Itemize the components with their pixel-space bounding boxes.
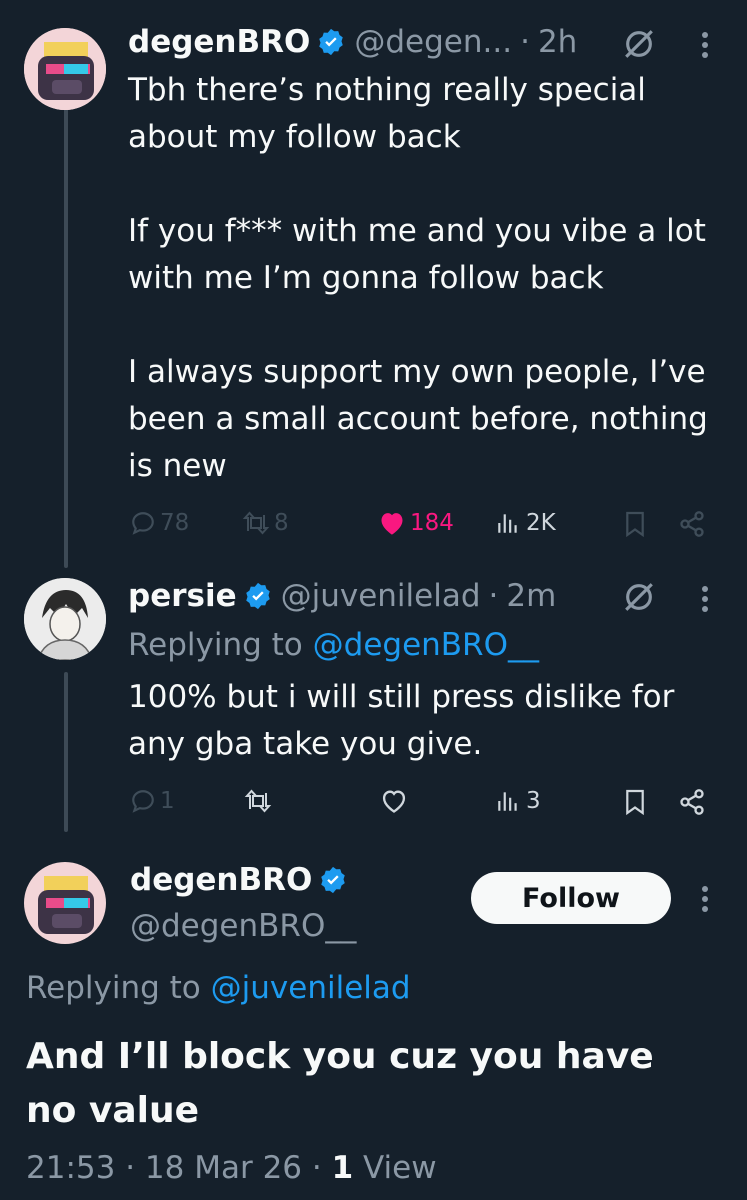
grok-icon[interactable]	[622, 580, 656, 614]
grok-icon[interactable]	[622, 27, 656, 61]
reply-button[interactable]: 1	[130, 788, 175, 814]
more-vertical-icon[interactable]	[700, 582, 710, 616]
avatar[interactable]	[24, 578, 106, 660]
heart-icon	[381, 513, 403, 535]
replying-to-prefix: Replying to	[128, 627, 303, 663]
more-vertical-icon[interactable]	[700, 882, 710, 916]
bookmark-icon	[626, 789, 644, 816]
display-name-text: degenBRO	[130, 862, 313, 898]
views-count: 1	[331, 1150, 354, 1186]
replying-to-prefix: Replying to	[26, 970, 201, 1006]
tweet-text: Tbh there’s nothing really special about…	[128, 72, 708, 484]
views-chart-icon	[498, 792, 517, 811]
separator-dot: ·	[488, 578, 499, 614]
tweet-text: 100% but i will still press dislike for …	[128, 679, 675, 762]
views-count: 2K	[526, 510, 556, 536]
timestamp[interactable]: 2m	[506, 576, 556, 616]
handle[interactable]: @degenBRO__	[130, 908, 356, 944]
tweet-meta: 21:53 · 18 Mar 26 · 1 View	[26, 1150, 437, 1186]
retweet-button[interactable]	[244, 788, 272, 814]
share-button[interactable]	[678, 510, 706, 538]
mention-link[interactable]: @juvenilelad	[211, 970, 411, 1006]
tweet-header: degenBRO @degen... · 2h	[128, 22, 577, 62]
separator-dot: ·	[520, 24, 530, 60]
reply-button[interactable]: 78	[130, 510, 189, 536]
display-name[interactable]: degenBRO	[128, 22, 310, 62]
verified-badge-icon	[321, 866, 346, 894]
tweet-header: persie @juvenilelad · 2m	[128, 576, 556, 616]
follow-button[interactable]: Follow	[471, 872, 671, 924]
mention-link[interactable]: @degenBRO__	[313, 627, 539, 663]
retweet-count: 8	[274, 510, 289, 536]
handle[interactable]: @juvenilelad	[281, 576, 481, 616]
more-vertical-icon[interactable]	[700, 28, 710, 62]
verified-badge-icon	[319, 28, 344, 56]
reply-count: 1	[160, 788, 175, 814]
display-name[interactable]: degenBRO	[130, 862, 348, 898]
bookmark-button[interactable]	[624, 788, 646, 816]
retweet-button[interactable]: 8	[242, 510, 289, 536]
bookmark-button[interactable]	[624, 510, 646, 538]
share-button[interactable]	[678, 788, 706, 816]
thread-connector-line	[64, 672, 68, 832]
views-chart-icon	[498, 514, 517, 533]
views-button[interactable]: 2K	[494, 510, 556, 536]
reply-count: 78	[160, 510, 190, 536]
separator-dot: ·	[125, 1150, 136, 1186]
tweet-thread-view: degenBRO @degen... · 2h Tbh there’s noth…	[0, 0, 747, 1200]
replying-to-line: Replying to @juvenilelad	[26, 970, 411, 1006]
views-label: View	[363, 1150, 437, 1186]
reply-icon	[132, 790, 154, 813]
like-button[interactable]	[380, 788, 408, 814]
separator-dot: ·	[311, 1150, 322, 1186]
handle[interactable]: @degen...	[354, 22, 512, 62]
views-button[interactable]: 3	[494, 788, 541, 814]
avatar[interactable]	[24, 862, 106, 944]
share-icon	[680, 789, 704, 815]
tweet-text: And I’ll block you cuz you have no value	[26, 1036, 654, 1131]
reply-icon	[132, 512, 154, 535]
share-icon	[680, 511, 704, 537]
retweet-icon	[244, 789, 272, 813]
thread-connector-line	[64, 108, 68, 568]
heart-icon	[382, 790, 406, 813]
like-button[interactable]: 184	[378, 510, 454, 536]
like-count: 184	[410, 510, 454, 536]
tweet-date[interactable]: 18 Mar 26	[145, 1150, 302, 1186]
bookmark-icon	[626, 511, 644, 538]
display-name[interactable]: persie	[128, 576, 237, 616]
avatar[interactable]	[24, 28, 106, 110]
timestamp[interactable]: 2h	[538, 22, 577, 62]
retweet-icon	[242, 511, 270, 535]
tweet-time[interactable]: 21:53	[26, 1150, 115, 1186]
verified-badge-icon	[245, 582, 270, 610]
replying-to-line: Replying to @degenBRO__	[128, 622, 728, 669]
views-count: 3	[526, 788, 541, 814]
